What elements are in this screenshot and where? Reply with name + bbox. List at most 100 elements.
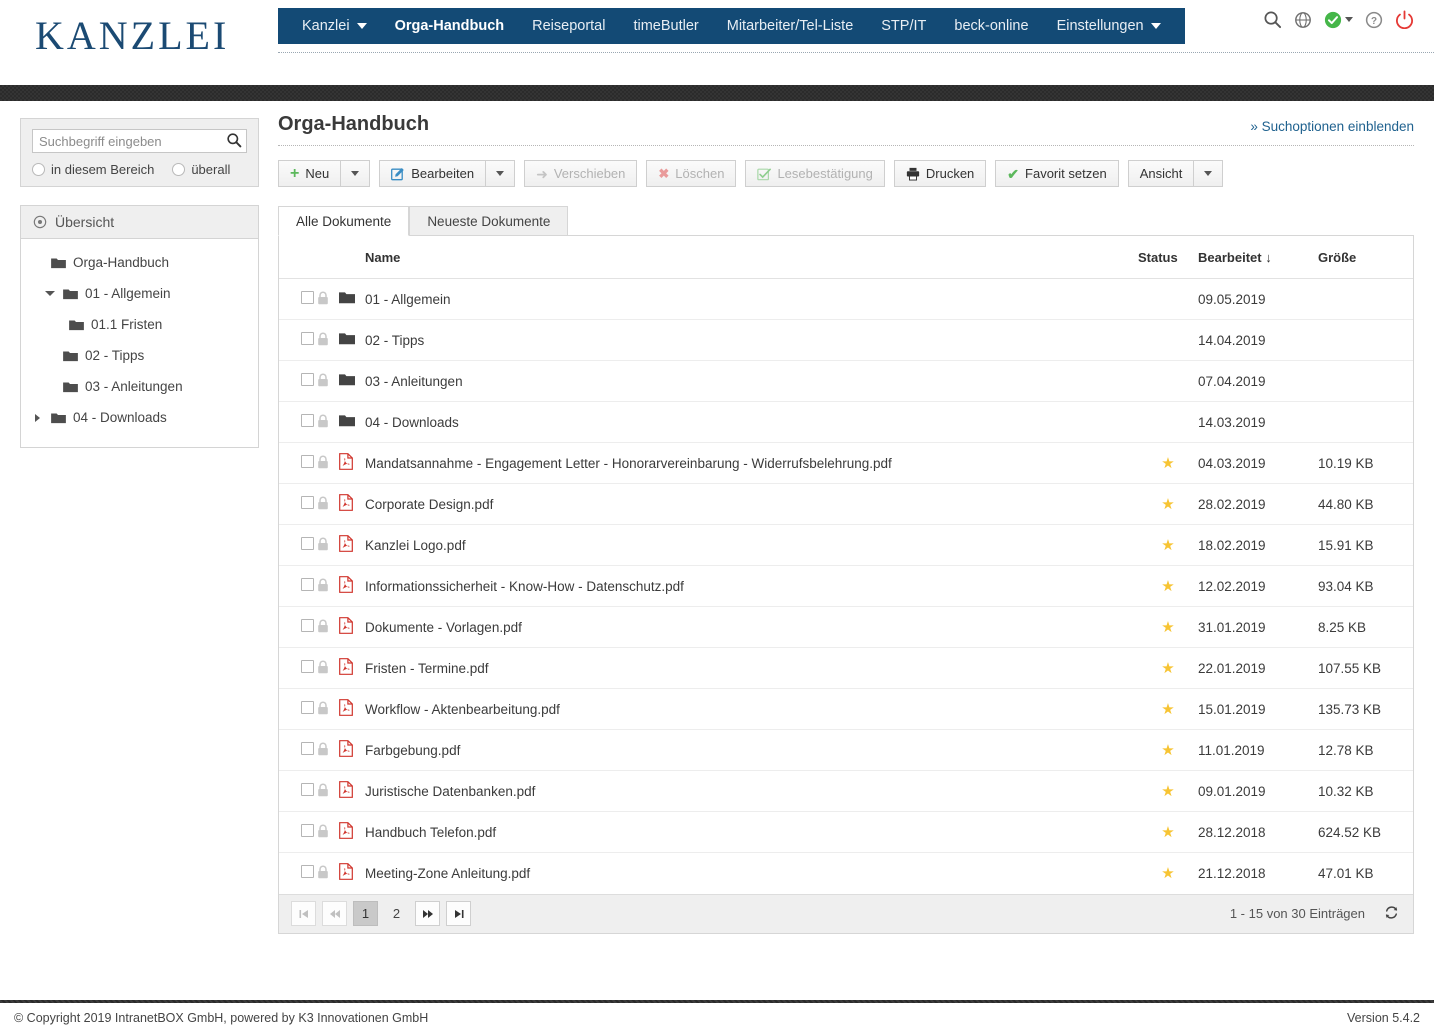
nav-item-mitarbeiter-tel-liste[interactable]: Mitarbeiter/Tel-Liste <box>713 8 868 44</box>
row-checkbox[interactable] <box>301 373 314 386</box>
favorite-star-icon[interactable]: ★ <box>1161 578 1174 595</box>
pagination-next-button[interactable] <box>415 901 440 926</box>
favorite-star-icon[interactable]: ★ <box>1161 824 1174 841</box>
favorite-star-icon[interactable]: ★ <box>1161 701 1174 718</box>
pagination-last-button[interactable] <box>446 901 471 926</box>
tree-item-03-anleitungen[interactable]: 03 - Anleitungen <box>21 371 258 402</box>
new-button[interactable]: + Neu <box>278 160 341 187</box>
edit-button[interactable]: Bearbeiten <box>379 160 486 187</box>
row-checkbox[interactable] <box>301 783 314 796</box>
row-name-cell[interactable]: 01 - Allgemein <box>365 278 1138 320</box>
edit-button-dropdown[interactable] <box>485 160 516 187</box>
row-checkbox[interactable] <box>301 291 314 304</box>
tab-neueste-dokumente[interactable]: Neueste Dokumente <box>409 206 569 236</box>
row-checkbox[interactable] <box>301 619 314 632</box>
tree-item-01-1-fristen[interactable]: 01.1 Fristen <box>21 309 258 340</box>
table-row[interactable]: Juristische Datenbanken.pdf ★ 09.01.2019 10… <box>279 770 1413 812</box>
search-icon[interactable] <box>1263 10 1282 29</box>
table-row[interactable]: Meeting-Zone Anleitung.pdf ★ 21.12.2018 47.… <box>279 853 1413 894</box>
row-checkbox[interactable] <box>301 701 314 714</box>
favorite-star-icon[interactable]: ★ <box>1161 660 1174 677</box>
table-row[interactable]: 01 - Allgemein 09.05.2019 <box>279 278 1413 320</box>
row-checkbox[interactable] <box>301 660 314 673</box>
row-checkbox[interactable] <box>301 414 314 427</box>
favorite-star-icon[interactable]: ★ <box>1161 496 1174 513</box>
view-button-dropdown[interactable] <box>1193 160 1224 187</box>
nav-item-timebutler[interactable]: timeButler <box>619 8 712 44</box>
nav-item-orga-handbuch[interactable]: Orga-Handbuch <box>381 8 519 44</box>
pagination-prev-button[interactable] <box>322 901 347 926</box>
table-row[interactable]: 04 - Downloads 14.03.2019 <box>279 401 1413 443</box>
column-name[interactable]: Name <box>365 236 1138 279</box>
row-name-cell[interactable]: 04 - Downloads <box>365 401 1138 443</box>
row-name-cell[interactable]: 03 - Anleitungen <box>365 360 1138 402</box>
table-row[interactable]: Handbuch Telefon.pdf ★ 28.12.2018 624.52 KB <box>279 811 1413 853</box>
row-checkbox[interactable] <box>301 742 314 755</box>
column-status[interactable]: Status <box>1138 236 1198 279</box>
row-checkbox[interactable] <box>301 496 314 509</box>
help-icon[interactable]: ? <box>1365 11 1383 29</box>
favorite-star-icon[interactable]: ★ <box>1161 742 1174 759</box>
search-scope-everywhere[interactable]: überall <box>172 162 230 177</box>
nav-item-reiseportal[interactable]: Reiseportal <box>518 8 619 44</box>
refresh-button[interactable] <box>1384 905 1399 923</box>
pagination-page-1[interactable]: 1 <box>353 901 378 926</box>
tree-toggle-collapsed[interactable] <box>31 413 44 422</box>
tree-item-01-allgemein[interactable]: 01 - Allgemein <box>21 278 258 309</box>
favorite-star-icon[interactable]: ★ <box>1161 537 1174 554</box>
table-row[interactable]: Kanzlei Logo.pdf ★ 18.02.2019 15.91 KB <box>279 524 1413 566</box>
row-checkbox[interactable] <box>301 578 314 591</box>
tree-toggle-expanded[interactable] <box>43 291 56 296</box>
row-checkbox[interactable] <box>301 824 314 837</box>
nav-item-beck-online[interactable]: beck-online <box>940 8 1042 44</box>
search-icon[interactable] <box>226 132 242 148</box>
favorite-button[interactable]: ✔ Favorit setzen <box>995 160 1119 187</box>
row-name-cell[interactable]: Handbuch Telefon.pdf <box>365 811 1138 853</box>
table-row[interactable]: Fristen - Termine.pdf ★ 22.01.2019 107.55 K… <box>279 647 1413 689</box>
row-name-cell[interactable]: Dokumente - Vorlagen.pdf <box>365 606 1138 648</box>
table-row[interactable]: Dokumente - Vorlagen.pdf ★ 31.01.2019 8.25 … <box>279 606 1413 648</box>
pagination-page-2[interactable]: 2 <box>384 901 409 926</box>
table-row[interactable]: Corporate Design.pdf ★ 28.02.2019 44.80 KB <box>279 483 1413 525</box>
view-button[interactable]: Ansicht <box>1127 160 1194 187</box>
row-name-cell[interactable]: Juristische Datenbanken.pdf <box>365 770 1138 812</box>
row-name-cell[interactable]: Mandatsannahme - Engagement Letter - Hon… <box>365 442 1138 484</box>
row-name-cell[interactable]: Meeting-Zone Anleitung.pdf <box>365 853 1138 894</box>
nav-item-kanzlei[interactable]: Kanzlei <box>288 8 381 44</box>
radio-button[interactable] <box>32 163 45 176</box>
chevron-down-icon[interactable] <box>1345 17 1353 22</box>
row-name-cell[interactable]: Informationssicherheit - Know-How - Date… <box>365 565 1138 607</box>
tree-item-04-downloads[interactable]: 04 - Downloads <box>21 402 258 433</box>
row-name-cell[interactable]: Kanzlei Logo.pdf <box>365 524 1138 566</box>
row-name-cell[interactable]: Corporate Design.pdf <box>365 483 1138 525</box>
column-bearbeitet[interactable]: Bearbeitet ↓ <box>1198 236 1318 279</box>
table-row[interactable]: 02 - Tipps 14.04.2019 <box>279 319 1413 361</box>
row-name-cell[interactable]: Farbgebung.pdf <box>365 729 1138 771</box>
radio-button[interactable] <box>172 163 186 176</box>
row-checkbox[interactable] <box>301 865 314 879</box>
globe-icon[interactable] <box>1294 11 1312 29</box>
row-checkbox[interactable] <box>301 537 314 550</box>
row-name-cell[interactable]: Fristen - Termine.pdf <box>365 647 1138 689</box>
column-groesse[interactable]: Größe <box>1318 236 1413 279</box>
search-input[interactable] <box>32 129 247 153</box>
power-icon[interactable] <box>1395 10 1414 29</box>
pagination-first-button[interactable] <box>291 901 316 926</box>
table-row[interactable]: Workflow - Aktenbearbeitung.pdf ★ 15.01.20… <box>279 688 1413 730</box>
search-scope-area[interactable]: in diesem Bereich <box>32 162 154 177</box>
row-checkbox[interactable] <box>301 332 314 345</box>
status-check-icon[interactable] <box>1324 11 1342 29</box>
nav-item-stp-it[interactable]: STP/IT <box>867 8 940 44</box>
favorite-star-icon[interactable]: ★ <box>1161 455 1174 472</box>
table-row[interactable]: Mandatsannahme - Engagement Letter - Hon… <box>279 442 1413 484</box>
row-name-cell[interactable]: 02 - Tipps <box>365 319 1138 361</box>
nav-item-einstellungen[interactable]: Einstellungen <box>1043 8 1175 44</box>
print-button[interactable]: Drucken <box>893 160 987 187</box>
tab-alle-dokumente[interactable]: Alle Dokumente <box>278 206 410 236</box>
search-options-toggle-link[interactable]: » Suchoptionen einblenden <box>1250 119 1414 134</box>
row-name-cell[interactable]: Workflow - Aktenbearbeitung.pdf <box>365 688 1138 730</box>
table-row[interactable]: Informationssicherheit - Know-How - Date… <box>279 565 1413 607</box>
tree-item-02-tipps[interactable]: 02 - Tipps <box>21 340 258 371</box>
favorite-star-icon[interactable]: ★ <box>1161 619 1174 636</box>
row-checkbox[interactable] <box>301 455 314 468</box>
